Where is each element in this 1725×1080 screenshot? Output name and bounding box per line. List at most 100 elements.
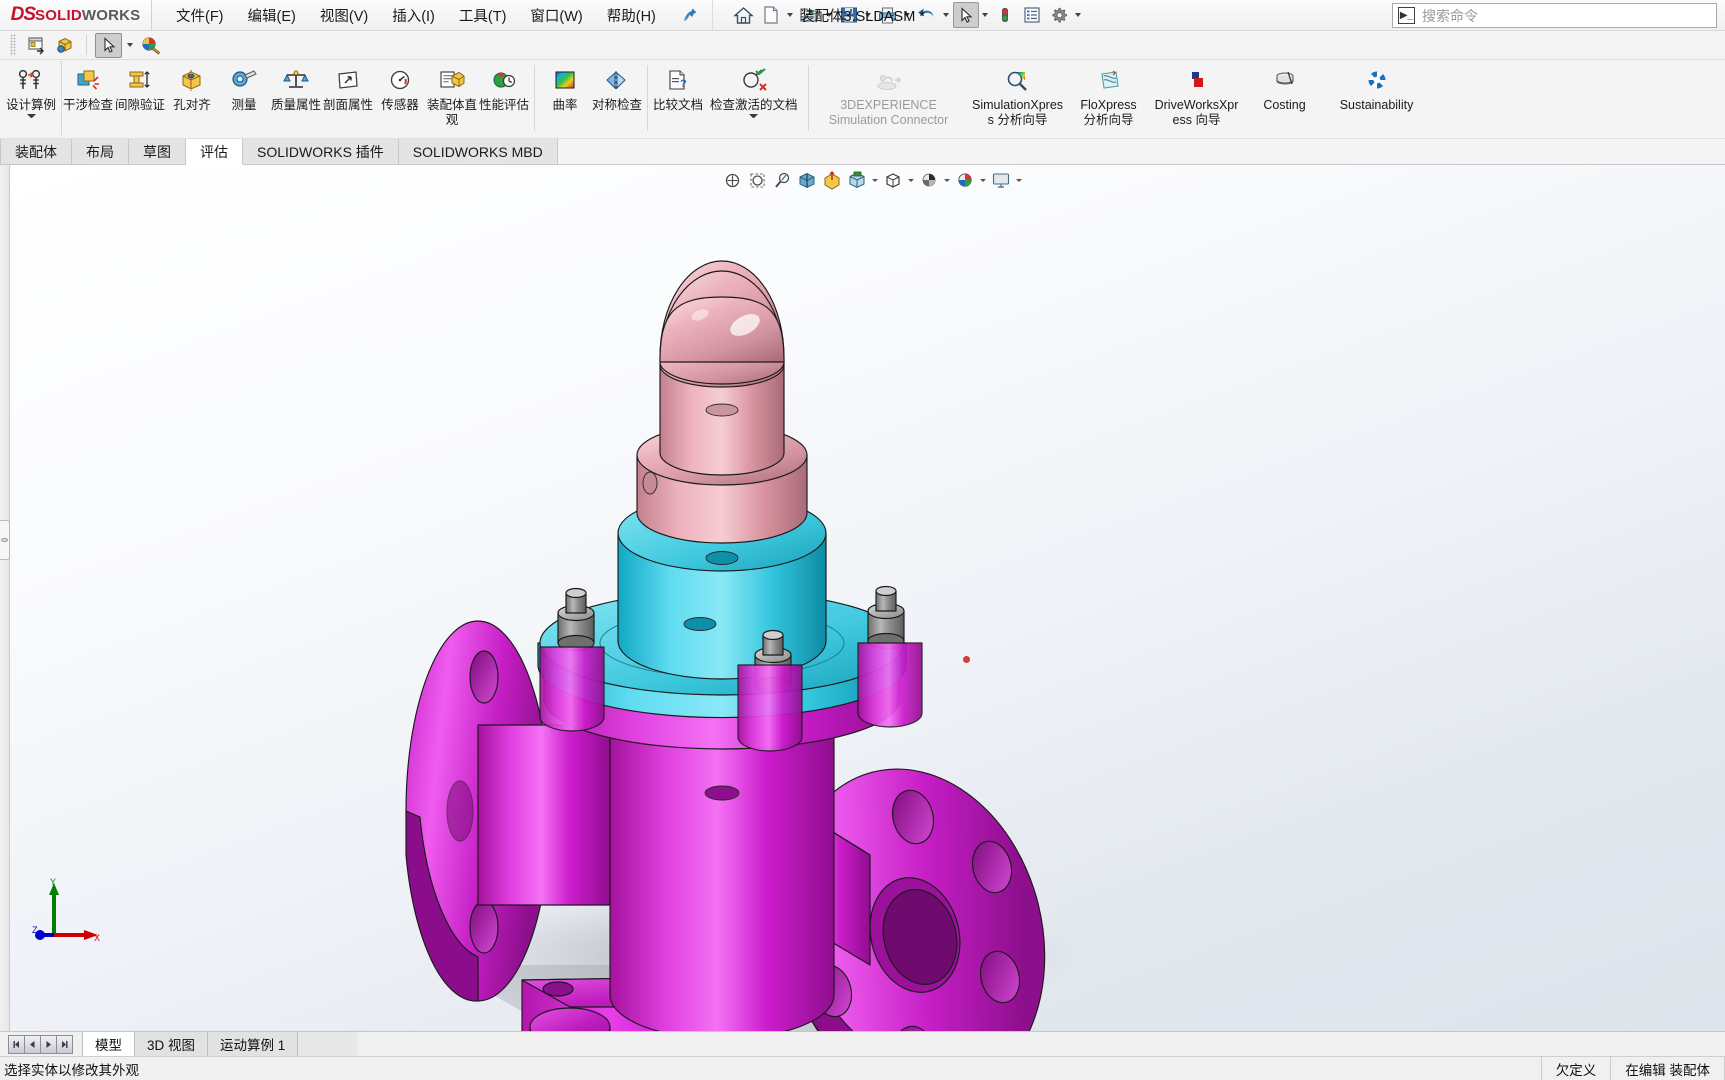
symmetry-check-button[interactable]: 对称检查 [591, 60, 643, 136]
assembly-visualization-label: 装配体直观 [427, 98, 478, 127]
costing-label: Costing [1263, 98, 1306, 112]
valve-assembly-model[interactable] [10, 165, 1725, 1031]
hole-alignment-button[interactable]: 孔对齐 [166, 60, 218, 136]
ribbon-separator-3 [807, 65, 809, 131]
command-manager-tabs: 装配体 布局 草图 评估 SOLIDWORKS 插件 SOLIDWORKS MB… [0, 139, 1725, 165]
tab-sketch[interactable]: 草图 [129, 139, 186, 164]
section-properties-button[interactable]: 剖面属性 [322, 60, 374, 136]
bottom-tab-filler [297, 1032, 358, 1056]
ribbon-group-evaluate-tools: 干涉检查 间隙验证 孔对齐 测量 质量属性 剖面属性 传感器 装配体直观 性能评… [62, 60, 530, 139]
edit-appearance-icon[interactable] [137, 33, 164, 58]
save-dropdown-icon[interactable] [863, 2, 874, 28]
compare-documents-button[interactable]: ? 比较文档 [652, 60, 704, 136]
open-folder-dropdown-icon[interactable] [824, 2, 835, 28]
nav-last-button[interactable] [56, 1034, 73, 1054]
select-dropdown-icon[interactable] [980, 2, 991, 28]
toolbar-grip[interactable] [10, 34, 16, 56]
search-input[interactable]: 搜索命令 [1422, 6, 1478, 26]
nav-first-button[interactable] [8, 1034, 25, 1054]
simulationxpress-button[interactable]: SimulationXpress 分析向导 [965, 60, 1071, 136]
undo-dropdown-icon[interactable] [941, 2, 952, 28]
tab-evaluate[interactable]: 评估 [186, 139, 243, 165]
mass-properties-label: 质量属性 [271, 98, 322, 112]
menu-insert[interactable]: 插入(I) [380, 1, 447, 30]
nav-prev-button[interactable] [24, 1034, 41, 1054]
save-icon[interactable] [836, 2, 862, 28]
appearance-box-icon[interactable] [51, 33, 78, 58]
panel-expand-handle[interactable] [0, 520, 10, 560]
new-window-icon[interactable] [22, 33, 49, 58]
assembly-visualization-button[interactable]: 装配体直观 [426, 60, 478, 136]
options-dropdown-icon[interactable] [1073, 2, 1084, 28]
bottom-tab-3d-views[interactable]: 3D 视图 [134, 1032, 209, 1056]
search-command-icon: ▶_ [1398, 7, 1415, 24]
curvature-rainbow-icon [551, 66, 579, 96]
interference-check-button[interactable]: 干涉检查 [62, 60, 114, 136]
costing-button[interactable]: Costing [1247, 60, 1323, 136]
print-dropdown-icon[interactable] [902, 2, 913, 28]
triad-z-label: Z [32, 925, 38, 935]
ribbon-separator-1 [534, 65, 535, 131]
ribbon-group-curvature: 曲率 对称检查 [539, 60, 643, 139]
rebuild-traffic-light-icon[interactable] [992, 2, 1018, 28]
performance-evaluation-button[interactable]: 性能评估 [478, 60, 530, 136]
section-properties-label: 剖面属性 [323, 98, 374, 112]
print-icon[interactable] [875, 2, 901, 28]
secondary-toolbar [0, 31, 1725, 60]
clearance-verification-button[interactable]: 间隙验证 [114, 60, 166, 136]
tab-navigation-buttons [4, 1032, 82, 1056]
interference-check-label: 干涉检查 [63, 98, 114, 112]
interference-check-icon [74, 66, 102, 96]
search-commands-box[interactable]: ▶_ 搜索命令 [1392, 3, 1717, 28]
svg-text:?: ? [680, 78, 687, 90]
select-cursor-icon[interactable] [95, 32, 122, 58]
compare-documents-label: 比较文档 [653, 98, 704, 112]
feature-tree-collapsed-panel[interactable] [0, 165, 10, 1031]
gear-icon[interactable] [1046, 2, 1072, 28]
options-list-icon[interactable] [1019, 2, 1045, 28]
menu-file[interactable]: 文件(F) [164, 1, 236, 30]
status-right-group: 欠定义 在编辑 装配体 [1540, 1056, 1725, 1080]
menu-tools[interactable]: 工具(T) [447, 1, 519, 30]
compare-documents-icon: ? [664, 66, 692, 96]
sensor-button[interactable]: 传感器 [374, 60, 426, 136]
bottom-tab-model[interactable]: 模型 [82, 1032, 135, 1056]
tab-solidworks-mbd[interactable]: SOLIDWORKS MBD [398, 139, 558, 164]
title-bar: DS SOLID WORKS 文件(F) 编辑(E) 视图(V) 插入(I) 工… [0, 0, 1725, 31]
new-document-icon[interactable] [758, 2, 784, 28]
nav-next-button[interactable] [40, 1034, 57, 1054]
design-study-dropdown-icon[interactable] [27, 114, 36, 121]
select-cursor-icon[interactable] [952, 2, 979, 28]
logo-solid-text: SOLID [35, 6, 82, 24]
check-active-document-button[interactable]: 检查激活的文档 [704, 60, 804, 136]
menu-edit[interactable]: 编辑(E) [236, 1, 308, 30]
pin-icon[interactable] [668, 0, 708, 30]
sustainability-button[interactable]: Sustainability [1323, 60, 1431, 136]
measure-button[interactable]: 测量 [218, 60, 270, 136]
graphics-viewport[interactable]: Y X Z [10, 165, 1725, 1031]
menu-view[interactable]: 视图(V) [308, 1, 380, 30]
bottom-tab-motion-study-1[interactable]: 运动算例 1 [207, 1032, 299, 1056]
undo-icon[interactable] [914, 2, 940, 28]
measure-tape-icon [230, 66, 258, 96]
driveworksxpress-button[interactable]: DriveWorksXpress 向导 [1147, 60, 1247, 136]
new-document-dropdown-icon[interactable] [785, 2, 796, 28]
design-study-button[interactable]: 设计算例 [0, 60, 62, 136]
tab-assembly[interactable]: 装配体 [0, 139, 72, 164]
menu-help[interactable]: 帮助(H) [595, 1, 668, 30]
performance-evaluation-icon [490, 66, 518, 96]
menu-window[interactable]: 窗口(W) [518, 1, 594, 30]
home-icon[interactable] [731, 2, 757, 28]
ribbon-separator-2 [647, 65, 648, 131]
tab-layout[interactable]: 布局 [72, 139, 129, 164]
floxpress-icon [1094, 66, 1124, 96]
check-active-document-dropdown-icon[interactable] [749, 114, 758, 121]
mass-properties-button[interactable]: 质量属性 [270, 60, 322, 136]
curvature-button[interactable]: 曲率 [539, 60, 591, 136]
floxpress-button[interactable]: FloXpress 分析向导 [1071, 60, 1147, 136]
sensor-gauge-icon [386, 66, 414, 96]
3dexperience-simulation-connector-button[interactable]: 3DEXPERIENCE Simulation Connector [813, 60, 965, 136]
open-folder-icon[interactable] [797, 2, 823, 28]
select-mode-dropdown-icon[interactable] [124, 32, 135, 58]
tab-solidworks-addins[interactable]: SOLIDWORKS 插件 [243, 139, 399, 164]
